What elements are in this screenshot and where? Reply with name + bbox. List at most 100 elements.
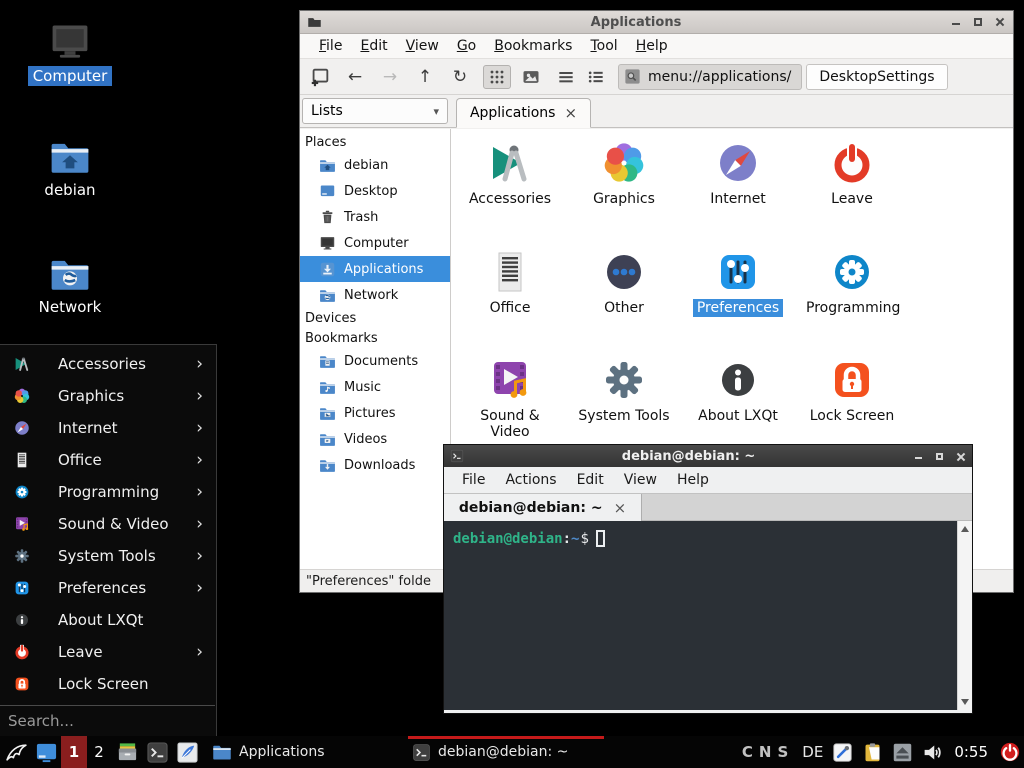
- quicklaunch-featherpad[interactable]: [173, 736, 201, 768]
- sidebar-item-applications[interactable]: Applications: [300, 256, 450, 282]
- app-category-lock-screen[interactable]: Lock Screen: [795, 356, 909, 425]
- sidebar-item-music[interactable]: Music: [300, 374, 450, 400]
- sidebar-item-label: Documents: [344, 354, 418, 369]
- task-button-applications[interactable]: Applications: [208, 736, 404, 768]
- sidebar-mode-select[interactable]: Lists ▾: [302, 98, 448, 124]
- app-category-about-lxqt[interactable]: About LXQt: [681, 356, 795, 425]
- keyboard-layout[interactable]: DE: [802, 743, 823, 761]
- menu-item-office[interactable]: Office ›: [0, 444, 216, 476]
- desktop-icon-network[interactable]: Network: [23, 253, 117, 316]
- show-desktop-button[interactable]: [32, 736, 60, 768]
- forward-icon[interactable]: →: [378, 65, 402, 89]
- terminal-content[interactable]: debian@debian:~$: [444, 521, 972, 710]
- sidebar-item-trash[interactable]: Trash: [300, 204, 450, 230]
- volume-icon[interactable]: [922, 742, 943, 763]
- start-menu-button[interactable]: [1, 736, 31, 768]
- app-category-leave[interactable]: Leave: [795, 139, 909, 208]
- sidebar-item-label: Videos: [344, 432, 387, 447]
- fm-menu-go[interactable]: Go: [448, 36, 485, 56]
- maximize-icon[interactable]: [972, 16, 984, 28]
- scroll-up-icon[interactable]: [958, 522, 972, 536]
- maximize-icon[interactable]: [934, 451, 945, 462]
- menu-item-graphics[interactable]: Graphics ›: [0, 380, 216, 412]
- scroll-down-icon[interactable]: [958, 695, 972, 709]
- menu-item-system-tools[interactable]: System Tools ›: [0, 540, 216, 572]
- reload-icon[interactable]: ↻: [448, 65, 472, 89]
- sidebar-item-computer[interactable]: Computer: [300, 230, 450, 256]
- terminal-tab[interactable]: debian@debian: ~ ×: [444, 494, 642, 522]
- terminal-menu-help[interactable]: Help: [667, 470, 719, 490]
- new-tab-icon[interactable]: [308, 65, 332, 89]
- menu-item-lock-screen[interactable]: Lock Screen: [0, 668, 216, 700]
- workspace-1-button[interactable]: 1: [61, 736, 87, 768]
- terminal-scrollbar[interactable]: [957, 521, 972, 710]
- power-button[interactable]: [999, 741, 1021, 763]
- app-category-graphics[interactable]: Graphics: [567, 139, 681, 208]
- sidebar-item-downloads[interactable]: Downloads: [300, 452, 450, 478]
- app-category-system-tools[interactable]: System Tools: [567, 356, 681, 425]
- desktop-icon-debian[interactable]: debian: [23, 136, 117, 199]
- app-category-programming[interactable]: Programming: [795, 248, 909, 317]
- close-icon[interactable]: [994, 16, 1006, 28]
- sidebar-item-desktop[interactable]: Desktop: [300, 178, 450, 204]
- fm-menu-file[interactable]: File: [310, 36, 351, 56]
- thumbnail-view-icon[interactable]: [519, 65, 543, 89]
- terminal-menu-actions[interactable]: Actions: [495, 470, 566, 490]
- menu-item-leave[interactable]: Leave ›: [0, 636, 216, 668]
- tab-close-icon[interactable]: ×: [564, 104, 577, 122]
- submenu-arrow-icon: ›: [196, 580, 203, 597]
- back-icon[interactable]: ←: [343, 65, 367, 89]
- terminal-menu-view[interactable]: View: [614, 470, 667, 490]
- app-category-preferences[interactable]: Preferences: [681, 248, 795, 317]
- menu-item-accessories[interactable]: Accessories ›: [0, 348, 216, 380]
- sidebar-item-label: Network: [344, 288, 398, 303]
- menu-item-preferences[interactable]: Preferences ›: [0, 572, 216, 604]
- task-button-terminal[interactable]: debian@debian: ~: [408, 736, 604, 768]
- up-icon[interactable]: ↑: [413, 65, 437, 89]
- fm-menu-view[interactable]: View: [397, 36, 448, 56]
- menu-item-about-lxqt[interactable]: About LXQt: [0, 604, 216, 636]
- menu-item-internet[interactable]: Internet ›: [0, 412, 216, 444]
- detailed-view-icon[interactable]: [584, 65, 608, 89]
- sidebar-item-videos[interactable]: Videos: [300, 426, 450, 452]
- pathbar-current-segment[interactable]: menu://applications/: [618, 64, 802, 90]
- app-category-internet[interactable]: Internet: [681, 139, 795, 208]
- sidebar-item-network[interactable]: Network: [300, 282, 450, 308]
- app-category-accessories[interactable]: Accessories: [453, 139, 567, 208]
- clipboard-tray-icon[interactable]: [862, 742, 883, 763]
- search-input[interactable]: [0, 712, 215, 730]
- clock[interactable]: 0:55: [954, 743, 988, 761]
- graphics-icon: [600, 139, 648, 187]
- close-icon[interactable]: [955, 451, 966, 462]
- sidebar-item-debian[interactable]: debian: [300, 152, 450, 178]
- menu-search: [0, 705, 215, 736]
- quicklaunch-file-manager[interactable]: [113, 736, 141, 768]
- app-category-office[interactable]: Office: [453, 248, 567, 317]
- fm-menu-help[interactable]: Help: [627, 36, 677, 56]
- workspace-2-button[interactable]: 2: [88, 736, 110, 768]
- app-category-sound-video[interactable]: Sound & Video: [453, 356, 567, 441]
- menu-item-programming[interactable]: Programming ›: [0, 476, 216, 508]
- screenshot-tray-icon[interactable]: [832, 742, 853, 763]
- icon-view-toggle[interactable]: [483, 65, 511, 89]
- eject-tray-icon[interactable]: [892, 742, 913, 763]
- sidebar-item-pictures[interactable]: Pictures: [300, 400, 450, 426]
- terminal-titlebar[interactable]: debian@debian: ~: [444, 445, 972, 467]
- desktop-icon-computer[interactable]: Computer: [23, 20, 117, 85]
- compact-view-icon[interactable]: [554, 65, 578, 89]
- app-category-other[interactable]: Other: [567, 248, 681, 317]
- fm-menu-edit[interactable]: Edit: [351, 36, 396, 56]
- minimize-icon[interactable]: [950, 16, 962, 28]
- sidebar-item-documents[interactable]: Documents: [300, 348, 450, 374]
- tab-applications[interactable]: Applications ×: [456, 98, 591, 128]
- fm-menu-tool[interactable]: Tool: [581, 36, 626, 56]
- fm-titlebar[interactable]: Applications: [300, 11, 1013, 34]
- fm-menu-bookmarks[interactable]: Bookmarks: [485, 36, 581, 56]
- terminal-menu-file[interactable]: File: [452, 470, 495, 490]
- pathbar-next-segment[interactable]: DesktopSettings: [806, 64, 947, 90]
- minimize-icon[interactable]: [913, 451, 924, 462]
- tab-close-icon[interactable]: ×: [614, 499, 627, 517]
- terminal-menu-edit[interactable]: Edit: [567, 470, 614, 490]
- menu-item-sound-video[interactable]: Sound & Video ›: [0, 508, 216, 540]
- quicklaunch-terminal[interactable]: [143, 736, 171, 768]
